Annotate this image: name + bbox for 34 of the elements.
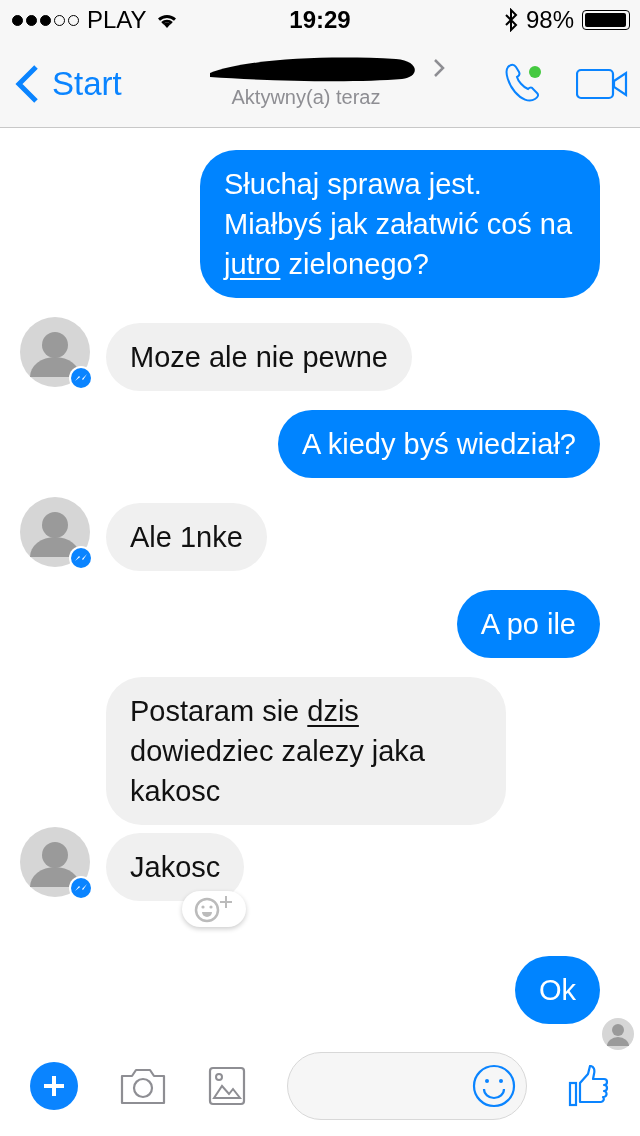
signal-dot — [40, 14, 51, 26]
battery-percent: 98% — [525, 6, 574, 34]
avatar-icon[interactable] — [20, 317, 94, 391]
link[interactable]: jutro — [224, 248, 281, 280]
chat-message: Słuchaj sprawa jest. Miałbyś jak załatwić coś na jutro zielonego? — [200, 150, 600, 298]
chat-message: Ok — [514, 956, 600, 1024]
bluetooth-icon — [503, 8, 518, 32]
emoji-icon[interactable] — [472, 1064, 516, 1108]
signal-dot — [12, 14, 23, 26]
chat-message: A kiedy byś wiedział? — [277, 410, 600, 478]
avatar-icon[interactable] — [20, 497, 94, 571]
thumbs-up-icon[interactable] — [568, 1065, 610, 1107]
smiley-plus-icon — [194, 894, 235, 924]
link[interactable]: dzis — [307, 695, 359, 727]
chat-message: Jakosc — [106, 833, 245, 901]
chat-message: Moze ale nie pewne — [106, 323, 412, 391]
video-camera-icon[interactable] — [576, 67, 628, 100]
chevron-icon[interactable] — [432, 57, 446, 79]
image-icon[interactable] — [208, 1066, 246, 1106]
add-reaction-button[interactable] — [182, 891, 247, 927]
chat-message: A po ile — [456, 590, 600, 658]
activity-status: Aktywny(a) teraz — [231, 86, 381, 109]
avatar-icon[interactable] — [20, 827, 94, 901]
back-button[interactable]: Start — [14, 63, 122, 104]
battery-icon — [582, 10, 630, 30]
signal-dot — [26, 14, 37, 26]
chat-message: Postaram sie dzis dowiedziec zalezy jaka kakosc — [106, 677, 506, 825]
chevron-icon — [14, 63, 40, 104]
camera-icon[interactable] — [119, 1066, 167, 1106]
clock-time: 19:29 — [289, 6, 351, 34]
plus-icon — [42, 1074, 66, 1098]
add-button[interactable] — [30, 1062, 78, 1110]
carrier-name: PLAY — [87, 6, 147, 34]
chat-message: Ale 1nke — [106, 503, 267, 571]
